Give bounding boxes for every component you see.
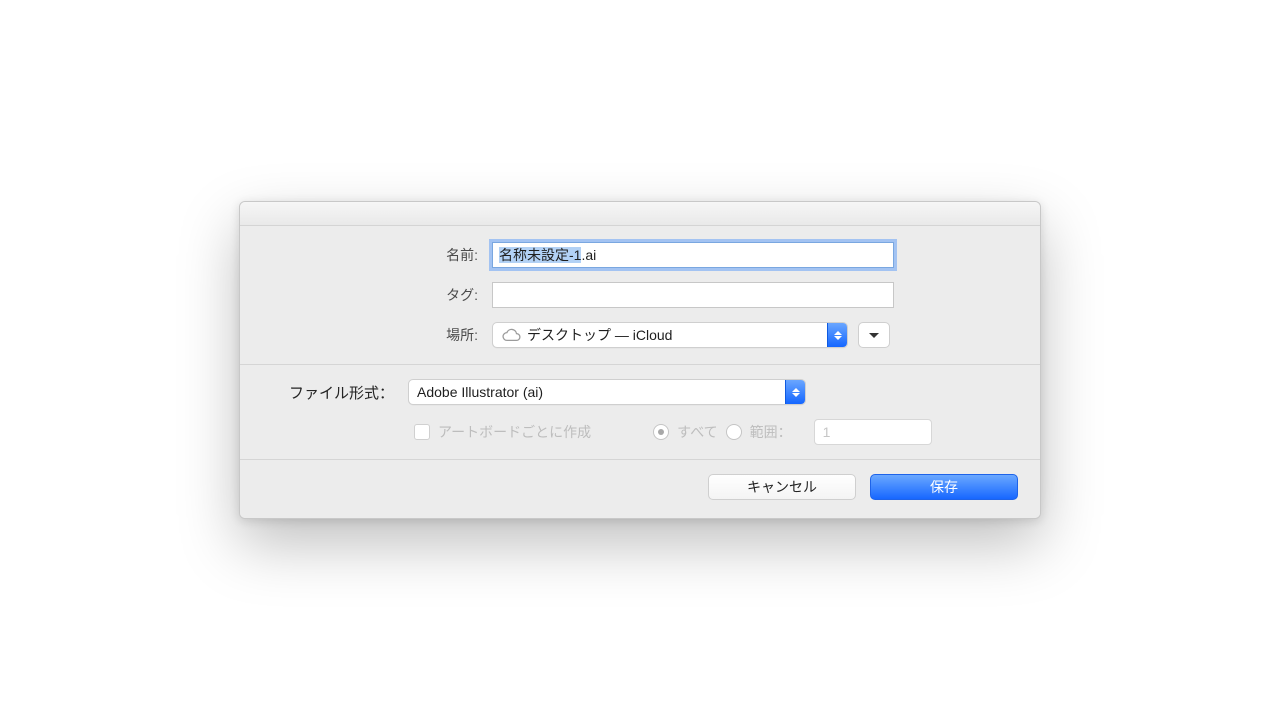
up-down-icon <box>827 323 847 347</box>
cloud-icon <box>501 328 521 342</box>
location-row: 場所: デスクトップ — iCloud <box>262 322 1018 348</box>
tags-input[interactable] <box>492 282 894 308</box>
filename-input[interactable]: 名称未設定-1.ai <box>492 242 894 268</box>
range-radio[interactable] <box>726 424 742 440</box>
radio-dot <box>658 429 664 435</box>
tags-row: タグ: <box>262 282 1018 308</box>
dialog-footer: キャンセル 保存 <box>240 459 1040 518</box>
location-value: デスクトップ — iCloud <box>527 325 672 345</box>
artboard-options-row: アートボードごとに作成 すべて 範囲： 1 <box>262 419 1018 445</box>
save-options-section: ファイル形式： Adobe Illustrator (ai) アートボードごとに… <box>240 365 1040 459</box>
range-label: 範囲： <box>750 422 792 442</box>
up-down-icon <box>785 380 805 404</box>
per-artboard-checkbox[interactable] <box>414 424 430 440</box>
save-dialog: 名前: 名称未設定-1.ai タグ: 場所: デスクトップ — iCloud <box>239 201 1041 519</box>
filename-selected-text: 名称未設定-1 <box>499 247 581 263</box>
expand-location-button[interactable] <box>858 322 890 348</box>
all-radio[interactable] <box>653 424 669 440</box>
cancel-button[interactable]: キャンセル <box>708 474 856 500</box>
all-label: すべて <box>677 422 717 442</box>
save-button[interactable]: 保存 <box>870 474 1018 500</box>
name-label: 名前: <box>262 245 482 265</box>
dialog-titlebar <box>240 202 1040 226</box>
range-value: 1 <box>823 424 831 440</box>
save-basic-section: 名前: 名称未設定-1.ai タグ: 場所: デスクトップ — iCloud <box>240 226 1040 364</box>
format-row: ファイル形式： Adobe Illustrator (ai) <box>262 379 1018 405</box>
format-label: ファイル形式： <box>262 382 398 403</box>
filename-ext: .ai <box>581 247 596 263</box>
tags-label: タグ: <box>262 285 482 305</box>
per-artboard-label: アートボードごとに作成 <box>438 422 591 442</box>
format-value: Adobe Illustrator (ai) <box>417 384 543 400</box>
chevron-down-icon <box>869 333 879 338</box>
format-popup[interactable]: Adobe Illustrator (ai) <box>408 379 806 405</box>
range-input[interactable]: 1 <box>814 419 932 445</box>
location-popup[interactable]: デスクトップ — iCloud <box>492 322 848 348</box>
name-row: 名前: 名称未設定-1.ai <box>262 242 1018 268</box>
location-label: 場所: <box>262 325 482 345</box>
